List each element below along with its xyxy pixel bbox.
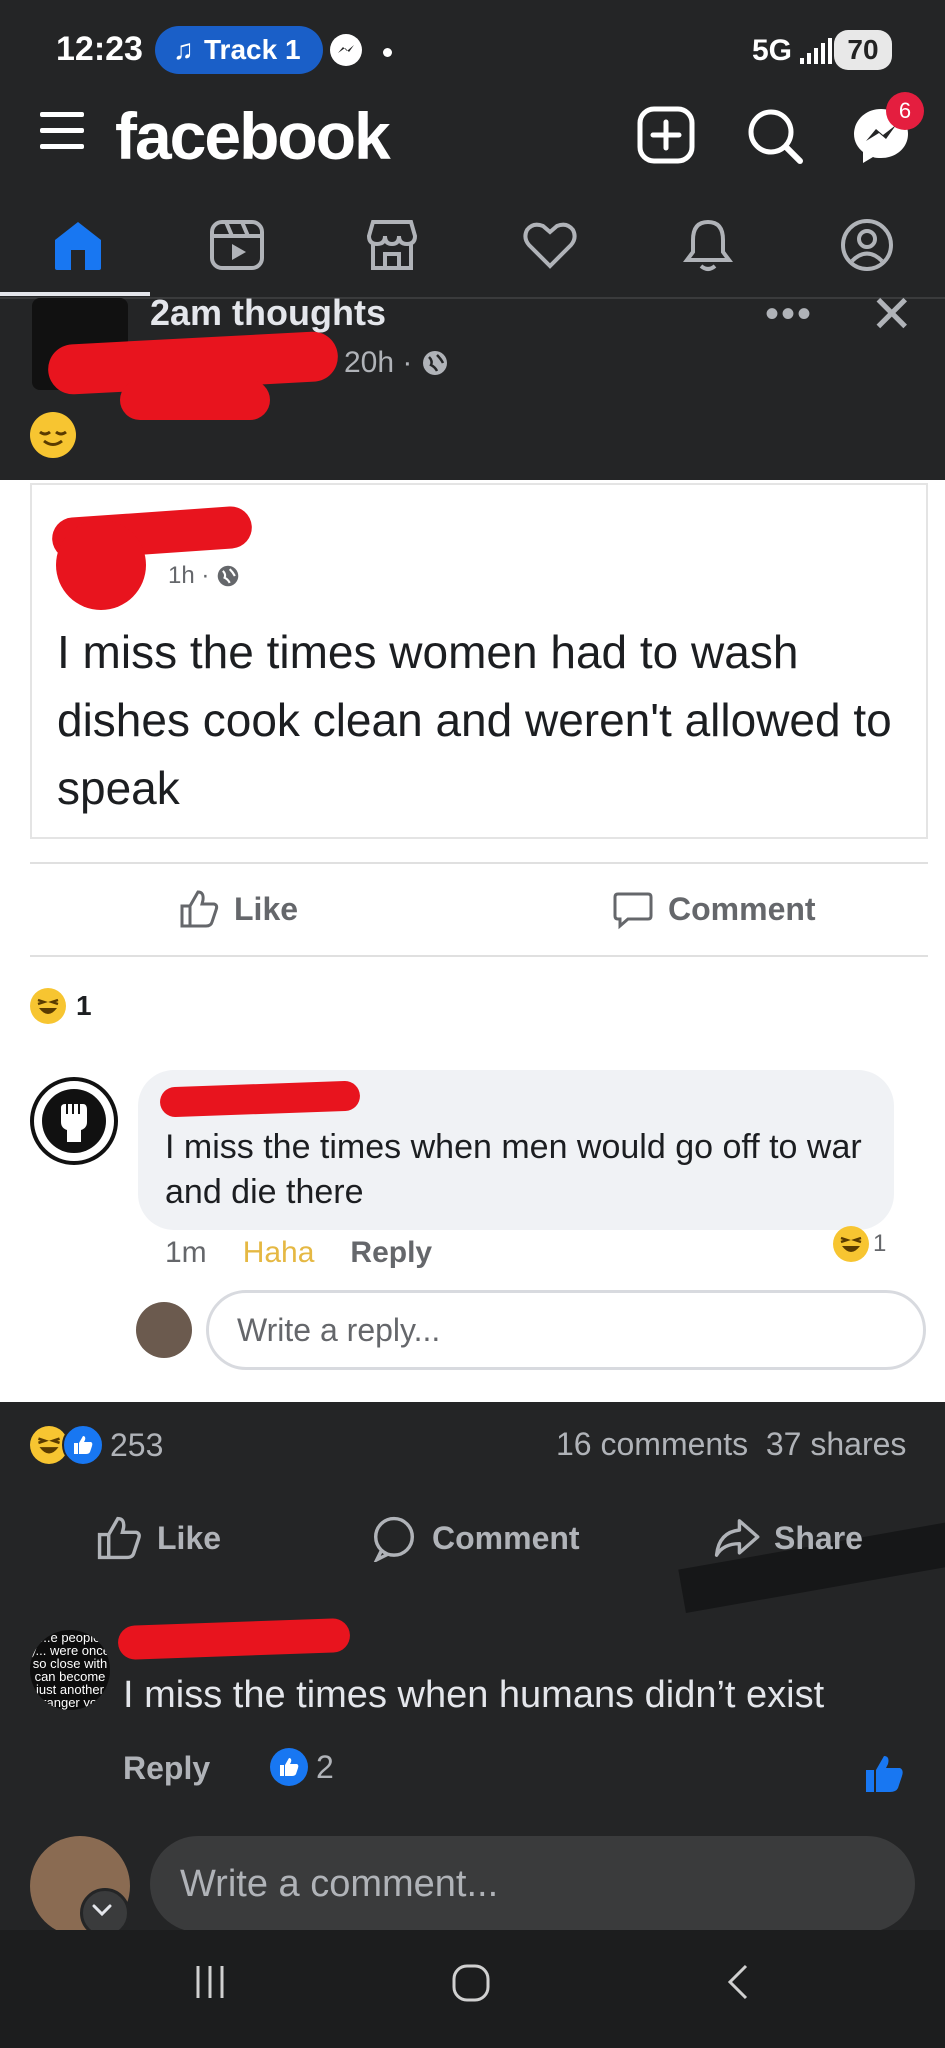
comment-icon [613, 892, 653, 930]
inner-comment-label: Comment [668, 890, 816, 927]
menu-icon[interactable] [40, 112, 84, 152]
video-icon [210, 220, 264, 270]
bell-icon [683, 219, 733, 271]
reply-link[interactable]: Reply [123, 1750, 210, 1787]
redaction-mark [56, 520, 146, 610]
plus-icon [637, 106, 695, 164]
marketplace-icon [366, 220, 418, 270]
reply-avatar [136, 1302, 192, 1358]
clock: 12:23 [56, 30, 143, 68]
haha-emoji-icon [30, 988, 66, 1024]
post-title: 2am thoughts [150, 292, 387, 333]
search-icon [748, 109, 803, 164]
inner-post-text: I miss the times women had to wash dishe… [57, 626, 892, 814]
redaction-mark [120, 380, 270, 420]
divider [30, 862, 928, 864]
media-label: Track 1 [204, 34, 301, 65]
messenger-badge: 6 [886, 92, 924, 130]
inner-post-meta: 1h · [168, 562, 240, 590]
redaction-mark [117, 1617, 351, 1661]
post-meta: 20h · [344, 346, 449, 380]
reactions-count: 253 [110, 1426, 164, 1463]
comment-time: 1m [165, 1236, 207, 1269]
like-button[interactable]: Like [95, 1514, 221, 1562]
globe-icon [216, 562, 240, 589]
comment-label: Comment [432, 1519, 580, 1556]
comment-reaction-count: 1 [833, 1226, 886, 1262]
reaction-summary[interactable]: 253 [30, 1424, 163, 1466]
reply-input[interactable]: Write a reply... [206, 1290, 926, 1370]
globe-icon [421, 346, 449, 379]
reply-link[interactable]: Reply [350, 1236, 432, 1270]
commenter-avatar[interactable] [30, 1077, 118, 1165]
haha-emoji-icon [833, 1226, 869, 1262]
tab-notifications[interactable] [673, 210, 743, 280]
active-tab-indicator [0, 292, 150, 296]
haha-reaction-link[interactable]: Haha [243, 1236, 315, 1270]
home-icon [55, 222, 101, 270]
inner-like-label: Like [234, 890, 299, 927]
thumbs-up-icon [180, 890, 219, 928]
close-icon[interactable]: ✕ [870, 285, 914, 345]
thumbs-up-icon [97, 1516, 141, 1560]
post-time: 20h [344, 346, 395, 379]
comment-text: I miss the times when humans didn’t exis… [123, 1674, 825, 1716]
shares-count[interactable]: 37 shares [766, 1426, 907, 1462]
like-reaction-icon [270, 1748, 308, 1786]
home-nav-icon[interactable] [450, 1962, 492, 2009]
battery-indicator: 70 [834, 30, 892, 70]
share-icon [714, 1519, 760, 1557]
comment-button[interactable]: Comment [370, 1514, 580, 1562]
tab-dating[interactable] [515, 210, 585, 280]
network-label: 5G [752, 34, 793, 67]
music-note-icon: ♫ [173, 34, 194, 65]
inner-like-button[interactable]: Like [178, 888, 298, 930]
like-reaction-icon [62, 1424, 104, 1466]
tab-video[interactable] [202, 210, 272, 280]
comment-actions: 1m Haha Reply [165, 1236, 432, 1270]
media-pill[interactable]: ♫ Track 1 [155, 26, 323, 74]
app-logo: facebook [115, 99, 391, 173]
share-label: Share [774, 1519, 863, 1556]
inner-comment-button[interactable]: Comment [612, 888, 816, 930]
tab-home[interactable] [43, 210, 113, 280]
create-post-button[interactable] [634, 103, 700, 169]
comment-like-count: 2 [270, 1748, 334, 1786]
back-icon[interactable] [720, 1962, 760, 2007]
like-count: 2 [316, 1748, 334, 1785]
comment-input[interactable]: Write a comment... [150, 1836, 915, 1932]
inner-reaction-summary: 1 [30, 988, 92, 1024]
comment-reaction-number: 1 [873, 1230, 887, 1257]
heart-icon [523, 222, 577, 269]
notification-dot-icon [383, 48, 392, 57]
commenter-avatar[interactable]: ...e people y... were once so close with… [30, 1630, 110, 1710]
engagement-counts[interactable]: 16 comments 37 shares [556, 1426, 906, 1463]
share-button[interactable]: Share [712, 1514, 863, 1562]
tab-profile[interactable] [832, 210, 902, 280]
recent-apps-icon[interactable] [190, 1962, 230, 2007]
more-options-icon[interactable]: ••• [765, 292, 813, 337]
relieved-emoji-icon [30, 412, 76, 458]
profile-icon [841, 219, 893, 271]
comments-count[interactable]: 16 comments [556, 1426, 748, 1462]
tab-marketplace[interactable] [357, 210, 427, 280]
like-label: Like [157, 1519, 222, 1556]
search-button[interactable] [742, 103, 808, 169]
divider [30, 955, 928, 957]
comment-text: I miss the times when men would go off t… [165, 1128, 862, 1211]
comment-icon [373, 1516, 414, 1562]
liked-thumbs-up-icon[interactable] [862, 1752, 906, 1801]
inner-post-time: 1h [168, 562, 195, 589]
signal-icon [800, 38, 832, 64]
messenger-status-icon [330, 34, 362, 66]
fist-icon [42, 1089, 106, 1153]
inner-reaction-count: 1 [76, 990, 92, 1021]
